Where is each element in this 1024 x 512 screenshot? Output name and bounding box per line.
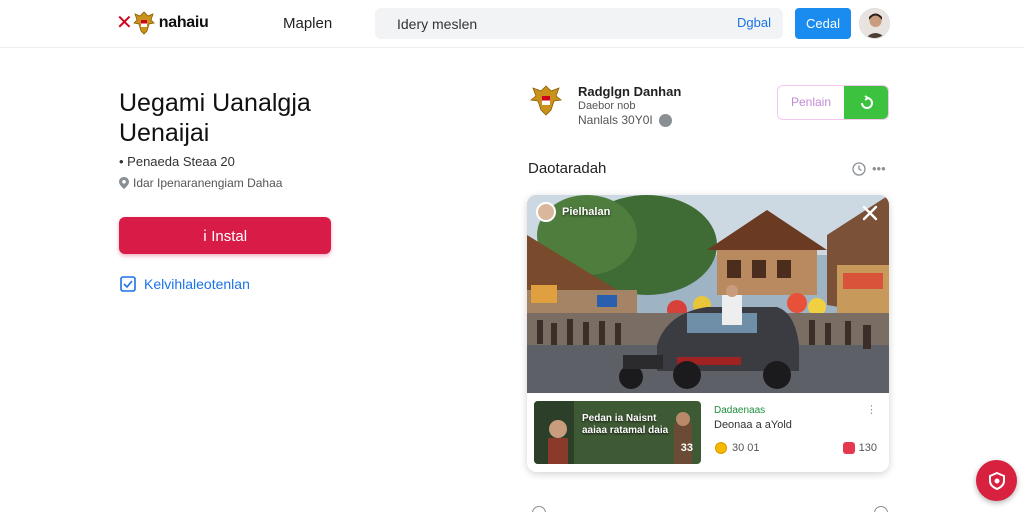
publisher-name: Radglgn Danhan (578, 84, 682, 99)
follow-button[interactable]: Penlain (778, 86, 844, 119)
search-button[interactable]: Dgbal (737, 15, 771, 30)
next-card-icon-right (874, 506, 888, 512)
publisher-subtitle: Daebor nob (578, 100, 636, 112)
cancel-button[interactable]: Cedal (795, 8, 851, 39)
extra-link-label: Kelvihlaleotenlan (144, 276, 250, 292)
coin-icon (715, 442, 727, 454)
next-card-icon-left (532, 506, 546, 512)
info-icon[interactable] (658, 113, 672, 127)
info-mark-icon: ⅰ (202, 227, 212, 245)
brand-name: nahaiu (158, 14, 209, 31)
more-options-icon[interactable]: ••• (872, 161, 886, 176)
location-row: Idar Ipenaranengiam Dahaa (119, 176, 282, 190)
close-icon[interactable] (861, 204, 879, 222)
search-bar: Dgbal (375, 8, 783, 39)
like-count[interactable]: 130 (842, 442, 877, 454)
card-author-avatar (536, 202, 556, 222)
clock-icon[interactable] (852, 161, 866, 176)
heart-icon (842, 442, 855, 454)
section-title: Daotaradah (528, 160, 607, 177)
user-avatar[interactable] (859, 8, 890, 39)
coin-value: 30 01 (732, 442, 760, 454)
coin-count: 30 01 (715, 442, 760, 454)
page-title: Uegami Uanalgja Uenaijai (119, 89, 311, 147)
install-label: Instal (211, 227, 248, 245)
brand-logo[interactable]: ✕ nahaiu (116, 6, 209, 40)
checkbox-icon (120, 276, 136, 292)
location-pin-icon (119, 177, 129, 189)
video-thumbnail[interactable]: Pedan ia Naisnt aaiaa ratamal daia 33 (534, 401, 701, 464)
search-input[interactable] (397, 8, 717, 39)
feed-card[interactable]: Pielhalan Pedan ia Naisnt aaiaa ratamal … (527, 195, 889, 472)
publisher-meta: Nanlals 30Y0I (578, 113, 672, 127)
item-subtitle: Deonaa a aYold (714, 419, 792, 431)
install-button[interactable]: ⅰ Instal (119, 217, 331, 254)
card-author[interactable]: Pielhalan (536, 202, 610, 222)
follow-control: Penlain (777, 85, 889, 120)
card-author-name: Pielhalan (562, 206, 611, 218)
extra-link[interactable]: Kelvihlaleotenlan (120, 276, 250, 292)
stats-text: • Penaeda Steaa 20 (119, 154, 235, 169)
shield-icon (988, 471, 1005, 490)
section-tools: ••• (852, 161, 886, 176)
item-title: Dadaenaas (714, 405, 766, 416)
top-bar: ✕ nahaiu Maplen Dgbal Cedal (0, 0, 1024, 48)
user-avatar-icon (860, 9, 889, 38)
like-value: 130 (858, 442, 877, 454)
garuda-emblem-icon (132, 11, 155, 35)
card-footer: Pedan ia Naisnt aaiaa ratamal daia 33 Da… (527, 393, 889, 472)
street-photo (527, 195, 889, 393)
nav-link-maplen[interactable]: Maplen (283, 15, 332, 32)
refresh-button[interactable] (844, 86, 888, 119)
refresh-icon (860, 94, 873, 109)
publisher-emblem-icon (530, 85, 562, 116)
thumbnail-count: 33 (680, 442, 693, 454)
publisher-meta-text: Nanlals 30Y0I (578, 113, 653, 127)
floating-action-button[interactable] (976, 460, 1017, 501)
thumbnail-caption: Pedan ia Naisnt aaiaa ratamal daia (582, 413, 669, 436)
item-more-icon[interactable]: ⋮ (866, 403, 877, 416)
location-text: Idar Ipenaranengiam Dahaa (133, 176, 283, 190)
